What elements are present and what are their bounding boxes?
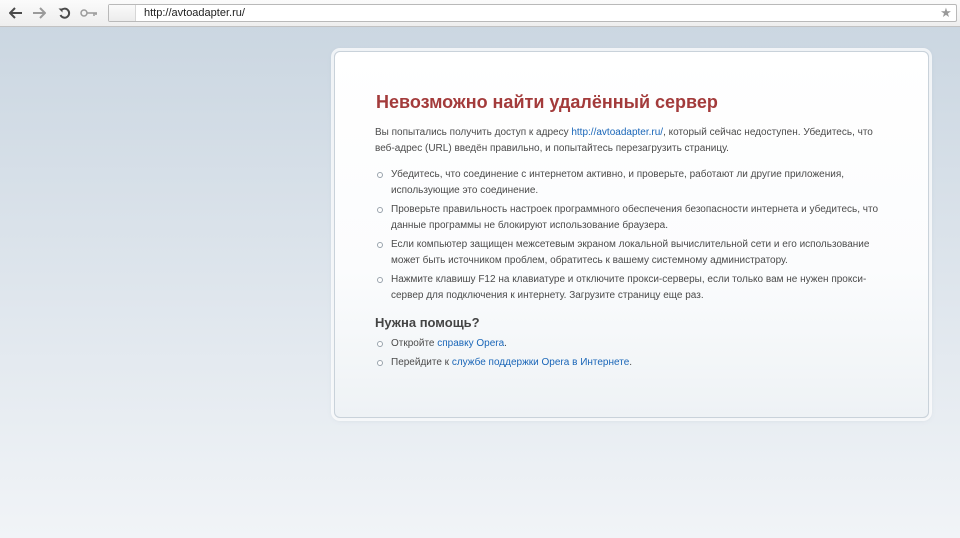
error-title: Невозможно найти удалённый сервер: [376, 92, 718, 112]
troubleshoot-list: Убедитесь, что соединение с интернетом а…: [375, 167, 888, 304]
list-item: Проверьте правильность настроек программ…: [375, 202, 895, 234]
address-bar: ★: [108, 4, 957, 22]
list-item: Перейдите к службе поддержки Opera в Инт…: [375, 355, 895, 371]
list-item: Откройте справку Opera.: [375, 336, 895, 352]
browser-toolbar: ★: [0, 0, 960, 27]
error-description: Вы попытались получить доступ к адресу h…: [375, 125, 895, 157]
help-prefix: Перейдите к: [391, 357, 452, 368]
key-icon[interactable]: [78, 3, 100, 23]
site-info-badge[interactable]: [109, 5, 136, 21]
help-list: Откройте справку Opera. Перейдите к служ…: [375, 336, 888, 371]
opera-help-link[interactable]: справку Opera: [437, 338, 504, 349]
forward-arrow-icon[interactable]: [29, 3, 49, 23]
list-item: Убедитесь, что соединение с интернетом а…: [375, 167, 895, 199]
list-item: Если компьютер защищен межсетевым экрано…: [375, 237, 895, 269]
help-heading: Нужна помощь?: [375, 315, 480, 330]
help-suffix: .: [629, 357, 633, 368]
reload-icon[interactable]: [54, 3, 74, 23]
help-prefix: Откройте: [391, 338, 438, 349]
desc-url-link[interactable]: http://avtoadapter.ru/: [571, 127, 663, 138]
address-input[interactable]: [136, 5, 938, 21]
help-suffix: .: [504, 338, 507, 349]
desc-prefix: Вы попытались получить доступ к адресу: [375, 127, 572, 138]
back-arrow-icon[interactable]: [6, 3, 26, 23]
opera-support-link[interactable]: службе поддержки Opera в Интернете: [452, 357, 629, 368]
error-card: Невозможно найти удалённый сервер Вы поп…: [334, 51, 929, 418]
star-icon[interactable]: ★: [938, 5, 954, 21]
list-item: Нажмите клавишу F12 на клавиатуре и откл…: [375, 272, 895, 304]
